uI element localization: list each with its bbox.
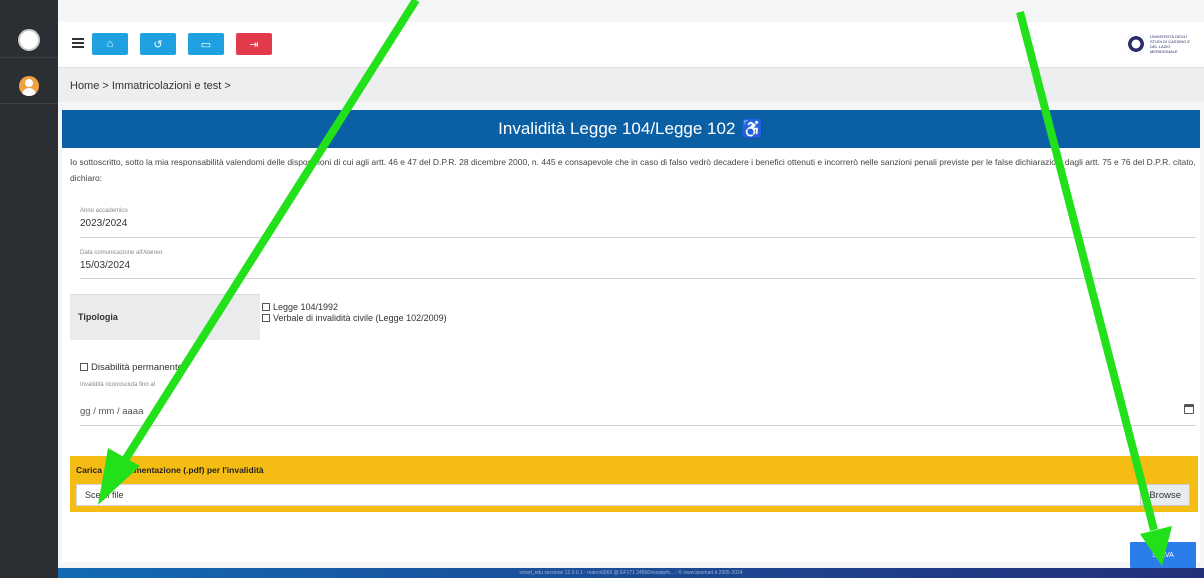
tipologia-options: Legge 104/1992 Verbale di invalidità civ… <box>262 302 447 324</box>
calendar-icon[interactable] <box>1184 404 1194 414</box>
academic-year-label: Anno accademico <box>80 208 128 214</box>
file-input[interactable]: Scegli file Browse <box>76 484 1190 506</box>
left-sidebar <box>0 0 58 578</box>
page-title: Invalidità Legge 104/Legge 102 <box>498 119 736 138</box>
hamburger-menu-icon[interactable] <box>72 38 84 48</box>
university-brand: Università degli Studi di Cassino e del … <box>1126 34 1194 54</box>
card-button[interactable]: ▭ <box>188 33 224 55</box>
communication-date-label: Data comunicazione all'Ateneo <box>80 250 163 256</box>
sidebar-user-slot[interactable] <box>0 68 58 104</box>
invalidity-form-card: Invalidità Legge 104/Legge 102 ♿ Io sott… <box>62 110 1200 562</box>
checkbox-icon[interactable] <box>262 303 270 311</box>
browse-button[interactable]: Browse <box>1140 484 1190 506</box>
home-icon: ⌂ <box>106 38 114 50</box>
file-input-placeholder: Scegli file <box>85 490 124 500</box>
permanent-disability-checkbox[interactable]: Disabilità permanente <box>80 362 183 373</box>
tipologia-option-legge-104[interactable]: Legge 104/1992 <box>262 302 447 313</box>
sidebar-logo-slot[interactable] <box>0 22 58 58</box>
option-label: Legge 104/1992 <box>273 302 339 312</box>
history-button[interactable]: ↺ <box>140 33 176 55</box>
user-avatar-icon <box>19 75 39 96</box>
wheelchair-icon: ♿ <box>741 118 764 139</box>
history-icon: ↺ <box>153 38 163 51</box>
footer: smart_edu versione 12.0.0.1 - marco6669 … <box>58 568 1204 578</box>
option-label: Verbale di invalidità civile (Legge 102/… <box>273 313 447 323</box>
upload-section: Carica la documentazione (.pdf) per l'in… <box>70 456 1198 512</box>
save-button[interactable]: SALVA <box>1130 542 1196 568</box>
communication-date-field: Data comunicazione all'Ateneo 15/03/2024 <box>80 250 1196 279</box>
logout-button[interactable]: ⇥ <box>236 33 272 55</box>
upload-label: Carica la documentazione (.pdf) per l'in… <box>76 465 264 475</box>
invalidity-until-input[interactable]: gg / mm / aaaa <box>80 406 143 417</box>
declaration-text: Io sottoscritto, sotto la mia responsabi… <box>70 157 1196 183</box>
page-title-bar: Invalidità Legge 104/Legge 102 ♿ <box>62 110 1200 148</box>
checkbox-icon[interactable] <box>80 363 88 371</box>
invalidity-until-field[interactable]: Invalidità riconosciuta fino al gg / mm … <box>80 382 1196 426</box>
communication-date-value: 15/03/2024 <box>80 260 131 271</box>
home-button[interactable]: ⌂ <box>92 33 128 55</box>
top-bar: ⌂ ↺ ▭ ⇥ Università degli Studi di Cassin… <box>58 22 1204 68</box>
permanent-disability-label: Disabilità permanente <box>91 362 183 373</box>
checkbox-icon[interactable] <box>262 314 270 322</box>
invalidity-until-label: Invalidità riconosciuta fino al <box>80 382 156 388</box>
university-name: Università degli Studi di Cassino e del … <box>1150 34 1191 54</box>
academic-year-value: 2023/2024 <box>80 218 128 229</box>
university-logo-icon <box>18 28 40 51</box>
breadcrumb[interactable]: Home > Immatricolazioni e test > <box>58 68 1204 102</box>
tipologia-option-legge-102[interactable]: Verbale di invalidità civile (Legge 102/… <box>262 313 447 324</box>
card-icon: ▭ <box>200 38 212 51</box>
tipologia-label: Tipologia <box>70 294 260 340</box>
academic-year-field: Anno accademico 2023/2024 <box>80 208 1196 238</box>
university-seal-icon <box>1126 34 1146 54</box>
logout-icon: ⇥ <box>249 38 259 51</box>
